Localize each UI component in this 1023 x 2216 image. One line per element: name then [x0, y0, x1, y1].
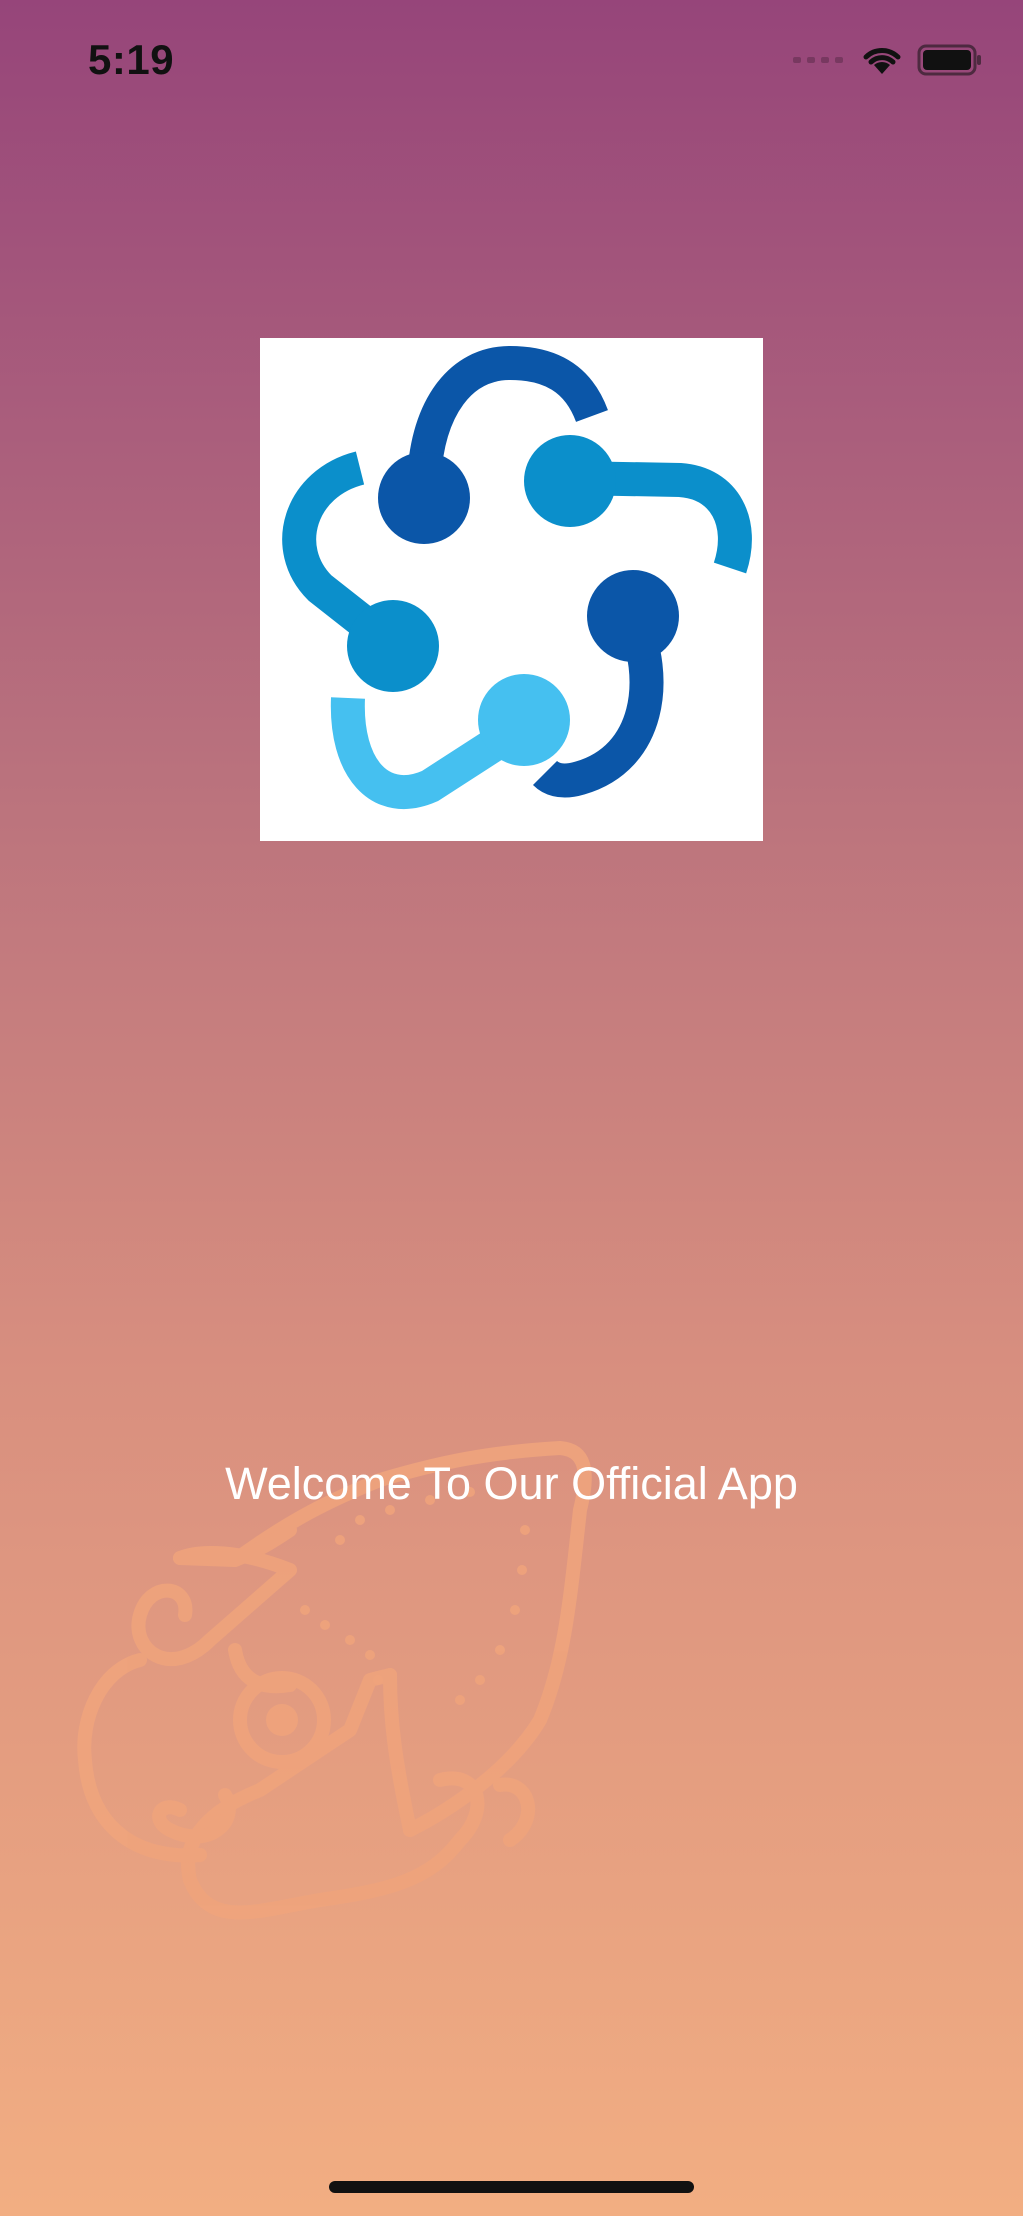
home-indicator[interactable]: [329, 2181, 694, 2193]
splash-screen: 5:19 Welcome To Our Official App: [0, 0, 1023, 2216]
cellular-signal-icon: [793, 57, 843, 63]
welcome-message: Welcome To Our Official App: [225, 1458, 798, 1509]
wifi-icon: [863, 48, 901, 74]
app-logo-icon: [282, 345, 752, 809]
status-bar: 5:19: [0, 0, 1023, 120]
status-icons: [793, 44, 983, 76]
battery-icon: [917, 44, 981, 76]
app-logo: [260, 338, 763, 841]
status-time: 5:19: [88, 36, 175, 83]
